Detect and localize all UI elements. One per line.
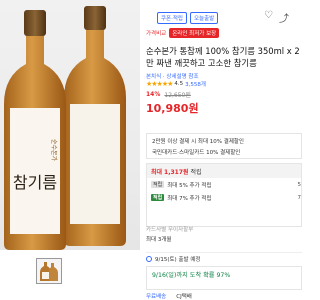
benefit-line-1: 2만원 이상 결제 시 최대 10% 결제할인 bbox=[152, 139, 244, 145]
card-discount-box[interactable]: 2만원 이상 결제 시 최대 10% 결제할인 국민대카드·스마일카드 10% … bbox=[146, 133, 302, 159]
cashback-label: 최대 bbox=[151, 168, 163, 176]
cashback-row-1-right: 5 bbox=[297, 181, 302, 188]
cashback-header: 최대 1,317원 적립 bbox=[147, 164, 301, 178]
review-count[interactable]: 3,558개 bbox=[185, 80, 206, 88]
final-price-row: 10,980원 bbox=[146, 100, 199, 116]
cashback-amount: 1,317원 bbox=[164, 168, 189, 176]
coupon-badge: 쿠폰·적립 bbox=[157, 12, 187, 24]
store-link[interactable]: 본치식 · 상세설명 참조 bbox=[146, 72, 199, 80]
promo-bar: 가격비교 온라인 최저가 보장 bbox=[146, 28, 220, 38]
cashback-row-2[interactable]: 적립 최대 7% 추가 적립 7 bbox=[147, 191, 301, 204]
card-installment-label[interactable]: 카드사별 무이자할부 bbox=[146, 225, 193, 233]
cashback-row-1[interactable]: 적립 최대 5% 추가 적립 5 bbox=[147, 178, 301, 191]
cashback-row-1-text: 최대 5% 추가 적립 bbox=[167, 182, 212, 189]
free-delivery-label: 무료배송 bbox=[146, 294, 167, 300]
cashback-row-2-right: 7 bbox=[297, 194, 302, 201]
heart-icon[interactable]: ♡ bbox=[264, 10, 273, 25]
product-title: 순수본가 통참께 100% 참기름 350ml x 2 만 짜낸 깨끗하고 고소… bbox=[146, 45, 302, 69]
lowest-price-pill[interactable]: 온라인 최저가 보장 bbox=[169, 28, 220, 38]
bottle-label-main: 참기름 bbox=[13, 173, 57, 192]
shipping-row: 무료배송 CJ택배 bbox=[146, 292, 192, 300]
discount-rate: 14% bbox=[146, 91, 161, 98]
arrival-row: 9/16(일)까지 도착 확률 97% bbox=[152, 270, 296, 279]
discount-row: 14% 12,650원 bbox=[146, 90, 199, 99]
product-main-image[interactable]: 참기름 순수본가 bbox=[0, 0, 140, 250]
thumbnail-1[interactable] bbox=[36, 258, 62, 284]
product-title-line-1: 순수본가 통참께 100% 참기름 350ml x 2 bbox=[146, 46, 300, 56]
cashback-box: 최대 1,317원 적립 적립 최대 5% 추가 적립 5 적립 최대 7% 추… bbox=[146, 163, 302, 227]
product-title-line-2: 만 짜낸 깨끗하고 고소한 참기름 bbox=[146, 58, 257, 68]
card-installment-plan: 최대 3개월 bbox=[146, 237, 172, 243]
share-icon[interactable]: ⤴ bbox=[279, 10, 289, 25]
sesame-oil-bottles-image: 참기름 순수본가 bbox=[4, 6, 126, 250]
cashback-row-2-chip: 적립 bbox=[151, 194, 165, 201]
carrier-label: CJ택배 bbox=[176, 294, 192, 300]
rating-row[interactable]: ★★★★★ 4.5 3,558개 bbox=[146, 80, 206, 88]
rating-value: 4.5 bbox=[174, 81, 184, 87]
arrival-estimate: 9/16(일)까지 도착 확률 97% bbox=[152, 272, 231, 279]
ship-today-badge: 오늘출발 bbox=[190, 12, 219, 24]
top-icons: ♡ ⤴ bbox=[264, 10, 289, 25]
cashback-row-1-chip: 적립 bbox=[151, 181, 165, 188]
delivery-radio-icon[interactable] bbox=[146, 255, 152, 262]
top-badges: 쿠폰·적립 오늘출발 bbox=[157, 12, 219, 24]
benefit-line-2: 국민대카드·스마일카드 10% 결제할인 bbox=[152, 150, 241, 156]
cashback-row-2-text: 최대 7% 추가 적립 bbox=[167, 195, 212, 202]
delivery-box: 9/16(일)까지 도착 확률 97% bbox=[146, 266, 302, 290]
thumbnail-bottles-icon bbox=[40, 262, 58, 281]
price-block: 14% 12,650원 10,980원 bbox=[146, 90, 199, 116]
product-image-area: 참기름 순수본가 bbox=[0, 0, 140, 300]
original-price: 12,650원 bbox=[164, 92, 191, 99]
star-rating-icon: ★★★★★ bbox=[146, 80, 173, 88]
bottle-label-sub: 순수본가 bbox=[50, 139, 58, 162]
delivery-option[interactable]: 9/15(토) 출발 예정 bbox=[146, 252, 302, 264]
cashback-unit: 적립 bbox=[190, 168, 202, 176]
final-price: 10,980원 bbox=[146, 102, 199, 115]
delivery-label: 9/15(토) 출발 예정 bbox=[155, 256, 201, 263]
promo-lead: 가격비교 bbox=[146, 31, 167, 37]
